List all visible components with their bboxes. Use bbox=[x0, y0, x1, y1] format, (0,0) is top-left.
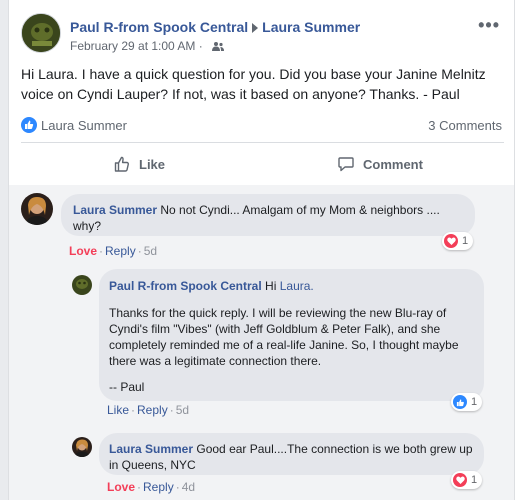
comments-section: Laura Summer No not Cyndi... Amalgam of … bbox=[9, 185, 514, 500]
divider bbox=[21, 142, 504, 143]
comment-reaction-badge[interactable]: 1 bbox=[451, 471, 483, 489]
comment-greeting: Hi bbox=[265, 279, 277, 293]
reply-link[interactable]: Reply bbox=[143, 480, 174, 494]
comment-bubble: Laura Summer No not Cyndi... Amalgam of … bbox=[61, 194, 475, 236]
comment-time[interactable]: 5d bbox=[176, 403, 189, 417]
triangle-right-icon bbox=[252, 23, 259, 34]
reply-link[interactable]: Reply bbox=[105, 244, 136, 258]
comment-author[interactable]: Paul R-from Spook Central bbox=[109, 279, 262, 293]
comment-icon bbox=[338, 157, 354, 172]
commenter-avatar[interactable] bbox=[72, 275, 92, 295]
comment-button-label: Comment bbox=[363, 156, 423, 172]
reaction-summary: Laura Summer 3 Comments bbox=[21, 116, 504, 136]
reaction-count: 1 bbox=[471, 396, 478, 408]
post-meta: February 29 at 1:00 AM · bbox=[70, 39, 225, 54]
post-author-name[interactable]: Paul R-from Spook Central bbox=[70, 19, 248, 35]
heart-icon bbox=[444, 234, 458, 248]
like-link[interactable]: Like bbox=[107, 403, 129, 417]
heart-icon bbox=[453, 473, 467, 487]
reply-link[interactable]: Reply bbox=[137, 403, 168, 417]
post-author-avatar[interactable] bbox=[21, 13, 61, 53]
comment-actions: Like · Reply · 5d bbox=[107, 403, 190, 417]
comments-count[interactable]: 3 Comments bbox=[428, 118, 502, 133]
friends-icon[interactable] bbox=[212, 40, 225, 54]
comment-button[interactable]: Comment bbox=[337, 155, 423, 173]
comment-text: Thanks for the quick reply. I will be re… bbox=[109, 306, 459, 368]
comment-author[interactable]: Laura Summer bbox=[109, 442, 193, 456]
post-text: Hi Laura. I have a quick question for yo… bbox=[21, 66, 486, 102]
thumbs-up-icon bbox=[453, 395, 467, 409]
comment-mention[interactable]: Laura. bbox=[280, 279, 314, 293]
more-options-button[interactable]: ••• bbox=[478, 15, 500, 36]
comment-reaction-badge[interactable]: 1 bbox=[442, 232, 474, 250]
thumbs-up-outline-icon bbox=[114, 156, 129, 172]
like-button-label: Like bbox=[139, 156, 166, 172]
reaction-count: 1 bbox=[471, 474, 478, 486]
comment-bubble: Laura Summer Good ear Paul....The connec… bbox=[99, 433, 484, 475]
like-button[interactable]: Like bbox=[113, 155, 165, 173]
love-reaction-link[interactable]: Love bbox=[69, 244, 97, 258]
commenter-avatar[interactable] bbox=[72, 437, 92, 457]
love-reaction-link[interactable]: Love bbox=[107, 480, 135, 494]
comment-time[interactable]: 4d bbox=[182, 480, 195, 494]
comment-actions: Love · Reply · 5d bbox=[69, 244, 158, 258]
comment-reaction-badge[interactable]: 1 bbox=[451, 393, 483, 411]
post-recipient-name[interactable]: Laura Summer bbox=[262, 19, 360, 35]
reaction-count: 1 bbox=[462, 235, 469, 247]
commenter-avatar[interactable] bbox=[21, 193, 53, 225]
comment-time[interactable]: 5d bbox=[144, 244, 157, 258]
post-card: Paul R-from Spook Central Laura Summer Fe… bbox=[8, 0, 515, 500]
comment-signature: -- Paul bbox=[109, 380, 145, 394]
comment-author[interactable]: Laura Summer bbox=[73, 203, 157, 217]
post-header-names: Paul R-from Spook Central Laura Summer bbox=[70, 19, 360, 35]
reactor-name[interactable]: Laura Summer bbox=[41, 118, 127, 133]
post-timestamp[interactable]: February 29 at 1:00 AM bbox=[70, 39, 195, 53]
comment-actions: Love · Reply · 4d bbox=[107, 480, 196, 494]
comment-bubble: Paul R-from Spook Central Hi Laura. Than… bbox=[99, 269, 484, 401]
thumbs-up-icon[interactable] bbox=[21, 117, 37, 133]
